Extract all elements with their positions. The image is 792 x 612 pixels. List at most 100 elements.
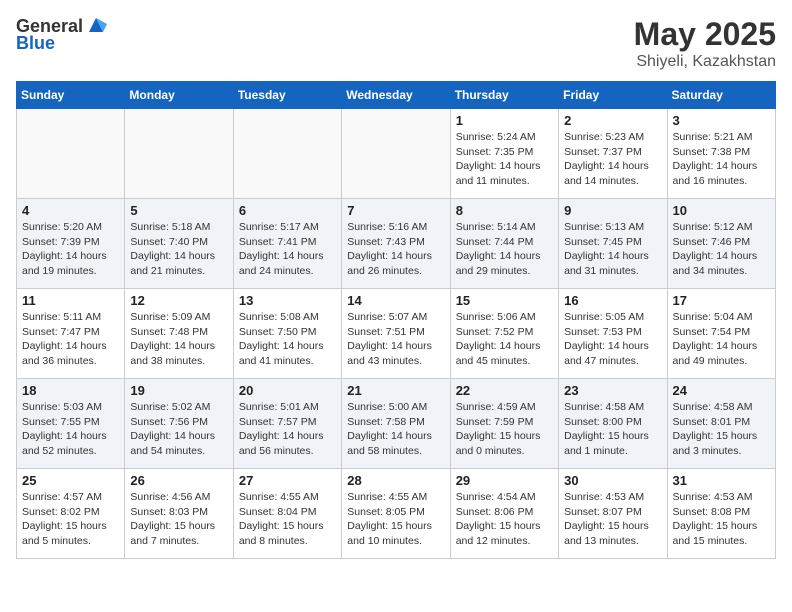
calendar-cell: 19 Sunrise: 5:02 AM Sunset: 7:56 PM Dayli…: [125, 379, 233, 469]
day-number: 15: [456, 293, 553, 308]
day-info: Sunrise: 5:03 AM Sunset: 7:55 PM Dayligh…: [22, 400, 119, 459]
day-info: Sunrise: 4:59 AM Sunset: 7:59 PM Dayligh…: [456, 400, 553, 459]
calendar-cell: 6 Sunrise: 5:17 AM Sunset: 7:41 PM Daylig…: [233, 199, 341, 289]
calendar-cell: 25Sunrise: 4:57 AM Sunset: 8:02 PM Dayli…: [17, 469, 125, 559]
calendar-week-row: 11 Sunrise: 5:11 AM Sunset: 7:47 PM Dayli…: [17, 289, 776, 379]
day-info: Sunrise: 5:24 AM Sunset: 7:35 PM Dayligh…: [456, 130, 553, 189]
day-info: Sunrise: 5:04 AM Sunset: 7:54 PM Dayligh…: [673, 310, 770, 369]
day-number: 1: [456, 113, 553, 128]
day-number: 10: [673, 203, 770, 218]
calendar-cell: 17Sunrise: 5:04 AM Sunset: 7:54 PM Dayli…: [667, 289, 775, 379]
calendar-cell: 15 Sunrise: 5:06 AM Sunset: 7:52 PM Dayli…: [450, 289, 558, 379]
day-number: 18: [22, 383, 119, 398]
calendar-cell: 27 Sunrise: 4:55 AM Sunset: 8:04 PM Dayli…: [233, 469, 341, 559]
calendar-cell: 20Sunrise: 5:01 AM Sunset: 7:57 PM Dayli…: [233, 379, 341, 469]
day-number: 30: [564, 473, 661, 488]
day-info: Sunrise: 5:00 AM Sunset: 7:58 PM Dayligh…: [347, 400, 444, 459]
calendar-header-row: SundayMondayTuesdayWednesdayThursdayFrid…: [17, 82, 776, 109]
calendar-cell: 12Sunrise: 5:09 AM Sunset: 7:48 PM Dayli…: [125, 289, 233, 379]
calendar-cell: 10 Sunrise: 5:12 AM Sunset: 7:46 PM Dayli…: [667, 199, 775, 289]
calendar-week-row: 1 Sunrise: 5:24 AM Sunset: 7:35 PM Daylig…: [17, 109, 776, 199]
calendar-cell: 30 Sunrise: 4:53 AM Sunset: 8:07 PM Dayli…: [559, 469, 667, 559]
day-number: 27: [239, 473, 336, 488]
day-number: 9: [564, 203, 661, 218]
day-number: 25: [22, 473, 119, 488]
title-block: May 2025 Shiyeli, Kazakhstan: [634, 16, 776, 71]
header-monday: Monday: [125, 82, 233, 109]
day-number: 19: [130, 383, 227, 398]
day-info: Sunrise: 4:53 AM Sunset: 8:08 PM Dayligh…: [673, 490, 770, 549]
day-number: 2: [564, 113, 661, 128]
day-info: Sunrise: 5:11 AM Sunset: 7:47 PM Dayligh…: [22, 310, 119, 369]
day-info: Sunrise: 5:06 AM Sunset: 7:52 PM Dayligh…: [456, 310, 553, 369]
day-number: 26: [130, 473, 227, 488]
calendar-cell: 4 Sunrise: 5:20 AM Sunset: 7:39 PM Daylig…: [17, 199, 125, 289]
calendar-cell: 5 Sunrise: 5:18 AM Sunset: 7:40 PM Daylig…: [125, 199, 233, 289]
calendar-week-row: 25Sunrise: 4:57 AM Sunset: 8:02 PM Dayli…: [17, 469, 776, 559]
calendar-cell: 31 Sunrise: 4:53 AM Sunset: 8:08 PM Dayli…: [667, 469, 775, 559]
calendar-cell: 13Sunrise: 5:08 AM Sunset: 7:50 PM Dayli…: [233, 289, 341, 379]
calendar-cell: 8 Sunrise: 5:14 AM Sunset: 7:44 PM Daylig…: [450, 199, 558, 289]
day-number: 3: [673, 113, 770, 128]
calendar-cell: 26 Sunrise: 4:56 AM Sunset: 8:03 PM Dayli…: [125, 469, 233, 559]
day-number: 6: [239, 203, 336, 218]
calendar-cell: 29Sunrise: 4:54 AM Sunset: 8:06 PM Dayli…: [450, 469, 558, 559]
day-info: Sunrise: 4:55 AM Sunset: 8:05 PM Dayligh…: [347, 490, 444, 549]
header-thursday: Thursday: [450, 82, 558, 109]
day-info: Sunrise: 5:21 AM Sunset: 7:38 PM Dayligh…: [673, 130, 770, 189]
header-friday: Friday: [559, 82, 667, 109]
header-wednesday: Wednesday: [342, 82, 450, 109]
day-info: Sunrise: 5:08 AM Sunset: 7:50 PM Dayligh…: [239, 310, 336, 369]
calendar-cell: 1 Sunrise: 5:24 AM Sunset: 7:35 PM Daylig…: [450, 109, 558, 199]
calendar-cell: 24 Sunrise: 4:58 AM Sunset: 8:01 PM Dayli…: [667, 379, 775, 469]
calendar-cell: [342, 109, 450, 199]
calendar-cell: 28Sunrise: 4:55 AM Sunset: 8:05 PM Dayli…: [342, 469, 450, 559]
header-tuesday: Tuesday: [233, 82, 341, 109]
calendar-week-row: 18 Sunrise: 5:03 AM Sunset: 7:55 PM Dayli…: [17, 379, 776, 469]
calendar-cell: 14Sunrise: 5:07 AM Sunset: 7:51 PM Dayli…: [342, 289, 450, 379]
calendar-cell: 23 Sunrise: 4:58 AM Sunset: 8:00 PM Dayli…: [559, 379, 667, 469]
day-info: Sunrise: 5:18 AM Sunset: 7:40 PM Dayligh…: [130, 220, 227, 279]
calendar-cell: 22Sunrise: 4:59 AM Sunset: 7:59 PM Dayli…: [450, 379, 558, 469]
calendar-cell: [125, 109, 233, 199]
calendar-cell: 16Sunrise: 5:05 AM Sunset: 7:53 PM Dayli…: [559, 289, 667, 379]
day-info: Sunrise: 5:17 AM Sunset: 7:41 PM Dayligh…: [239, 220, 336, 279]
day-info: Sunrise: 4:58 AM Sunset: 8:00 PM Dayligh…: [564, 400, 661, 459]
calendar-cell: 9 Sunrise: 5:13 AM Sunset: 7:45 PM Daylig…: [559, 199, 667, 289]
day-number: 11: [22, 293, 119, 308]
day-info: Sunrise: 4:55 AM Sunset: 8:04 PM Dayligh…: [239, 490, 336, 549]
day-number: 31: [673, 473, 770, 488]
day-info: Sunrise: 4:54 AM Sunset: 8:06 PM Dayligh…: [456, 490, 553, 549]
calendar-cell: 18 Sunrise: 5:03 AM Sunset: 7:55 PM Dayli…: [17, 379, 125, 469]
day-info: Sunrise: 4:56 AM Sunset: 8:03 PM Dayligh…: [130, 490, 227, 549]
day-number: 20: [239, 383, 336, 398]
day-number: 12: [130, 293, 227, 308]
header-sunday: Sunday: [17, 82, 125, 109]
calendar-title: May 2025: [634, 16, 776, 53]
day-info: Sunrise: 5:13 AM Sunset: 7:45 PM Dayligh…: [564, 220, 661, 279]
day-info: Sunrise: 5:14 AM Sunset: 7:44 PM Dayligh…: [456, 220, 553, 279]
day-number: 23: [564, 383, 661, 398]
day-info: Sunrise: 5:20 AM Sunset: 7:39 PM Dayligh…: [22, 220, 119, 279]
logo-icon: [85, 14, 107, 36]
calendar-table: SundayMondayTuesdayWednesdayThursdayFrid…: [16, 81, 776, 559]
header-saturday: Saturday: [667, 82, 775, 109]
page-header: General Blue May 2025 Shiyeli, Kazakhsta…: [16, 16, 776, 71]
day-number: 7: [347, 203, 444, 218]
day-info: Sunrise: 4:58 AM Sunset: 8:01 PM Dayligh…: [673, 400, 770, 459]
logo: General Blue: [16, 16, 107, 54]
day-number: 4: [22, 203, 119, 218]
day-info: Sunrise: 5:02 AM Sunset: 7:56 PM Dayligh…: [130, 400, 227, 459]
logo-blue: Blue: [16, 33, 55, 54]
day-number: 8: [456, 203, 553, 218]
day-number: 24: [673, 383, 770, 398]
day-info: Sunrise: 5:12 AM Sunset: 7:46 PM Dayligh…: [673, 220, 770, 279]
day-number: 5: [130, 203, 227, 218]
calendar-cell: [233, 109, 341, 199]
calendar-cell: 7Sunrise: 5:16 AM Sunset: 7:43 PM Daylig…: [342, 199, 450, 289]
day-number: 14: [347, 293, 444, 308]
day-number: 21: [347, 383, 444, 398]
calendar-cell: 11 Sunrise: 5:11 AM Sunset: 7:47 PM Dayli…: [17, 289, 125, 379]
day-info: Sunrise: 5:05 AM Sunset: 7:53 PM Dayligh…: [564, 310, 661, 369]
day-info: Sunrise: 4:53 AM Sunset: 8:07 PM Dayligh…: [564, 490, 661, 549]
